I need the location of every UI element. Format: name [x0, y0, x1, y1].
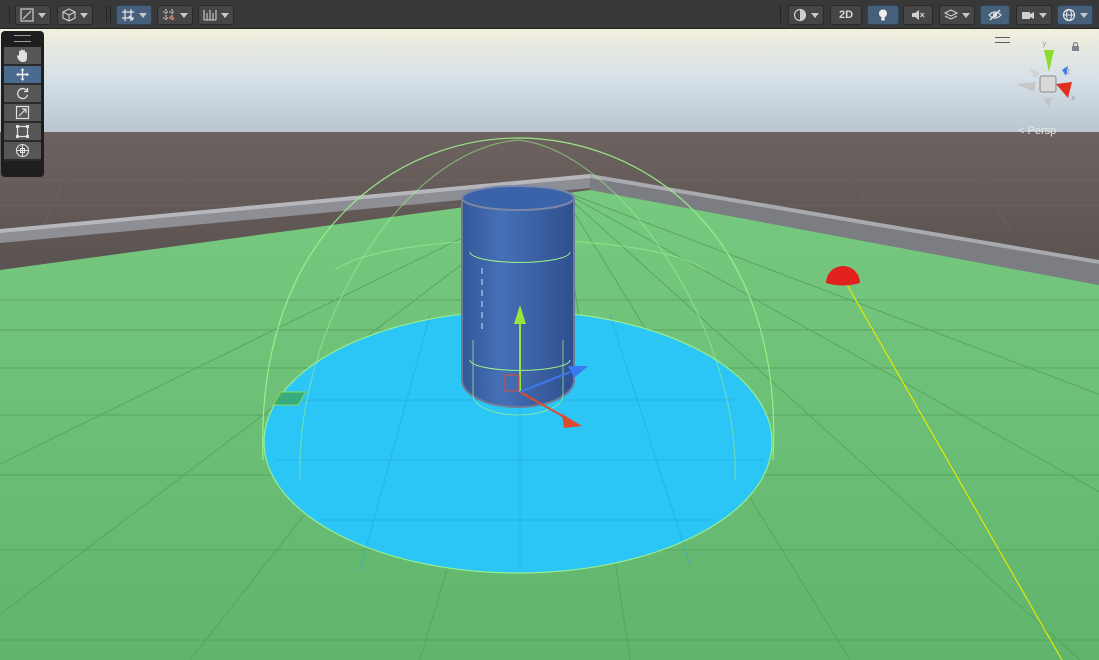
chevron-down-icon: [221, 12, 229, 18]
move-tool-button[interactable]: [4, 66, 41, 85]
gizmo-axis-x-label: x: [1071, 93, 1076, 102]
effects-icon: [944, 9, 958, 20]
render-cube-icon: [62, 8, 76, 22]
grid-visibility-dropdown[interactable]: [198, 5, 234, 25]
overlay-grip[interactable]: [14, 35, 31, 42]
transform-icon: [15, 143, 30, 158]
chevron-down-icon: [180, 12, 188, 18]
chevron-down-icon: [811, 12, 819, 18]
view-tool-button[interactable]: [4, 47, 41, 66]
scale-tool-button[interactable]: [4, 104, 41, 123]
draw-mode-dropdown[interactable]: [15, 5, 51, 25]
chevron-down-icon: [38, 12, 46, 18]
scene-canvas[interactable]: [0, 29, 1099, 660]
rotate-icon: [17, 87, 29, 100]
tools-overlay: [1, 31, 44, 177]
render-mode-dropdown[interactable]: [57, 5, 93, 25]
move-arrows-icon: [16, 68, 29, 81]
ruler-grid-icon: [203, 10, 217, 21]
gizmo-axis-negz-cone[interactable]: [1030, 68, 1040, 78]
toolbar-separator: [780, 6, 781, 23]
lighting-toggle[interactable]: [867, 5, 899, 25]
camera-icon: [1022, 12, 1034, 19]
grid-snap-toggle[interactable]: [116, 5, 152, 25]
toolbar-separator: [9, 6, 10, 23]
gizmos-icon: [1062, 8, 1076, 22]
audio-mute-icon: [912, 10, 925, 20]
orientation-gizmo[interactable]: y z x: [1010, 38, 1088, 110]
transform-tool-button[interactable]: [4, 142, 41, 161]
shading-mode-icon: [793, 8, 807, 22]
scene-visibility-icon: [988, 9, 1002, 21]
gizmo-axis-negx-cone[interactable]: [1016, 82, 1036, 92]
projection-label-text: Persp: [1027, 125, 1057, 137]
gizmo-axis-negy-cone[interactable]: [1044, 98, 1052, 108]
gizmo-menu-handle[interactable]: [995, 37, 1010, 43]
toggle-2d-button[interactable]: 2D: [830, 5, 863, 25]
camera-dropdown[interactable]: [1016, 5, 1052, 25]
toggle-2d-label: 2D: [839, 9, 854, 21]
scene-toolbar: 2D: [0, 0, 1099, 29]
grid-snap-icon: [122, 9, 134, 21]
effects-dropdown[interactable]: [939, 5, 975, 25]
chevron-down-icon: [80, 12, 88, 18]
scale-icon: [15, 105, 30, 120]
chevron-down-icon: [1039, 12, 1047, 18]
gizmo-axis-x-cone[interactable]: [1056, 82, 1072, 98]
gizmo-axis-z-label: z: [1066, 67, 1070, 76]
gizmos-dropdown[interactable]: [1057, 5, 1093, 25]
chevron-down-icon: [139, 12, 147, 18]
toolbar-separator: [110, 6, 111, 23]
rotate-tool-button[interactable]: [4, 85, 41, 104]
toolbar-separator: [106, 6, 107, 23]
gizmo-axis-y-label: y: [1042, 39, 1047, 48]
audio-toggle[interactable]: [903, 5, 933, 25]
scene-viewport[interactable]: [0, 29, 1099, 660]
draw-mode-icon: [20, 8, 34, 22]
chevron-down-icon: [962, 12, 970, 18]
shading-mode-dropdown[interactable]: [788, 5, 824, 25]
gizmo-axis-y-cone[interactable]: [1044, 50, 1054, 72]
hand-icon: [16, 49, 27, 62]
increment-snap-dropdown[interactable]: [157, 5, 193, 25]
gizmo-center-cube[interactable]: [1039, 75, 1057, 93]
lighting-icon: [879, 9, 887, 21]
projection-label[interactable]: < Persp: [1018, 125, 1056, 137]
rect-transform-icon: [16, 125, 29, 138]
increment-snap-icon: [163, 9, 175, 21]
sky-backdrop: [0, 29, 1099, 139]
scene-visibility-toggle[interactable]: [980, 5, 1010, 25]
rect-tool-button[interactable]: [4, 123, 41, 142]
chevron-down-icon: [1080, 12, 1088, 18]
selected-cylinder[interactable]: [461, 185, 575, 416]
